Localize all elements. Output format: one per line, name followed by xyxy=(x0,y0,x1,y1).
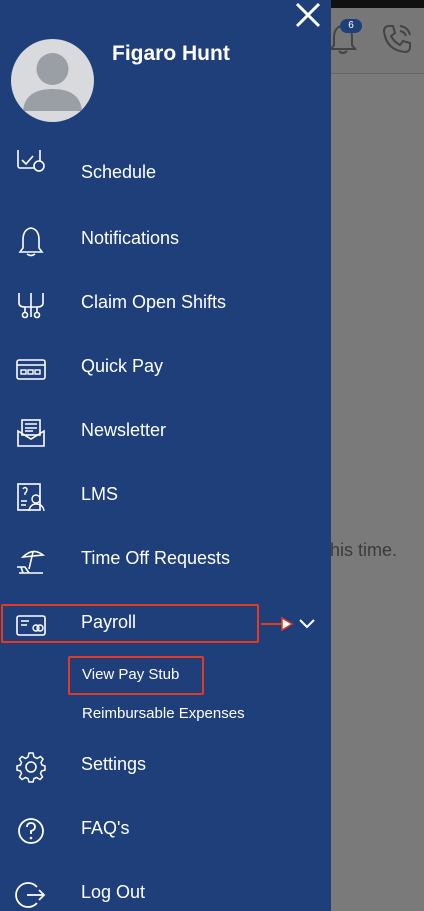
shifts-icon xyxy=(18,293,44,319)
menu-item-log-out[interactable]: Log Out xyxy=(0,870,331,911)
menu-item-newsletter[interactable]: Newsletter xyxy=(0,408,331,458)
menu-label-settings: Settings xyxy=(81,754,147,774)
gear-icon xyxy=(16,752,46,783)
menu-label-lms: LMS xyxy=(81,484,119,504)
view-pay-stub-highlight-box xyxy=(68,656,204,695)
user-name: Figaro Hunt xyxy=(112,42,230,65)
arrow-right-icon xyxy=(261,616,294,632)
menu-item-schedule[interactable]: Schedule xyxy=(0,150,331,188)
menu-item-time-off-requests[interactable]: Time Off Requests xyxy=(0,536,331,586)
menu-label-claim-open-shifts: Claim Open Shifts xyxy=(81,292,227,312)
avatar-icon xyxy=(23,53,82,111)
question-icon xyxy=(18,818,44,844)
payroll-highlight-box xyxy=(1,604,259,643)
menu-label-notifications: Notifications xyxy=(81,228,180,248)
menu-label-newsletter: Newsletter xyxy=(81,420,167,440)
logout-icon xyxy=(15,882,46,908)
menu-item-claim-open-shifts[interactable]: Claim Open Shifts xyxy=(0,280,331,330)
menu-item-notifications[interactable]: Notifications xyxy=(0,216,331,266)
lms-icon xyxy=(17,483,45,512)
app-content xyxy=(331,74,424,911)
menu-item-settings[interactable]: Settings xyxy=(0,742,331,792)
menu-label-quick-pay: Quick Pay xyxy=(81,356,164,376)
bell-icon xyxy=(18,227,44,257)
navigation-drawer: Figaro Hunt Schedule Notifications Claim… xyxy=(0,0,331,911)
menu-label-time-off-requests: Time Off Requests xyxy=(81,548,231,568)
schedule-icon xyxy=(17,150,45,172)
close-icon[interactable] xyxy=(290,0,326,32)
avatar[interactable] xyxy=(11,39,94,122)
newsletter-icon xyxy=(17,419,45,447)
phone-icon[interactable] xyxy=(380,22,414,56)
menu-item-quick-pay[interactable]: Quick Pay xyxy=(0,344,331,394)
notification-badge: 6 xyxy=(340,19,362,33)
menu-label-log-out: Log Out xyxy=(81,882,146,902)
beach-icon xyxy=(17,550,46,574)
menu-label-schedule: Schedule xyxy=(81,162,157,182)
submenu-item-reimbursable-expenses[interactable]: Reimbursable Expenses xyxy=(82,705,245,722)
chevron-down-icon[interactable] xyxy=(297,616,317,632)
background-message: this time. xyxy=(325,540,398,560)
menu-item-lms[interactable]: LMS xyxy=(0,472,331,522)
menu-item-faqs[interactable]: FAQ's xyxy=(0,806,331,856)
menu-label-faqs: FAQ's xyxy=(81,818,130,838)
card-icon xyxy=(16,359,46,380)
